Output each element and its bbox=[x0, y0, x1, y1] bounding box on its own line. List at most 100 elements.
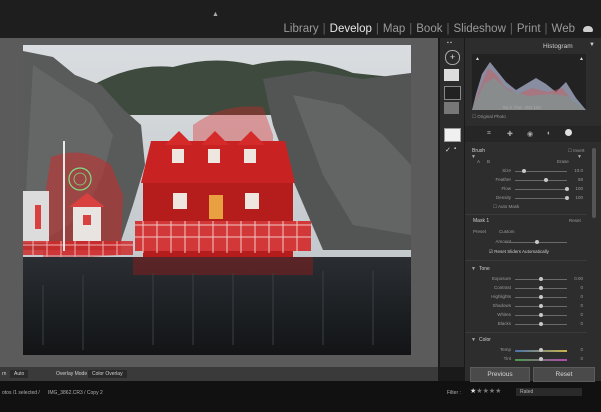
heal-icon[interactable]: ✚ bbox=[507, 130, 513, 138]
exposure-knob[interactable] bbox=[539, 277, 543, 281]
tint-knob[interactable] bbox=[539, 357, 543, 361]
whites-knob[interactable] bbox=[539, 313, 543, 317]
tint-value[interactable]: 0 bbox=[569, 356, 583, 361]
size-knob[interactable] bbox=[522, 169, 526, 173]
contrast-row: Contrast 0 bbox=[465, 284, 585, 292]
brush-expand-icon[interactable]: ▼ bbox=[577, 154, 582, 160]
module-bar: ▲ Library | Develop | Map | Book | Slideshow… bbox=[0, 0, 601, 38]
temp-label: Temp bbox=[499, 347, 511, 352]
brush-a-tab[interactable]: A bbox=[477, 159, 480, 164]
confirm-check-icon[interactable]: ✓ bbox=[445, 146, 451, 154]
blacks-knob[interactable] bbox=[539, 322, 543, 326]
overlay-mode-label: Overlay Mode bbox=[56, 371, 88, 377]
masking-icon[interactable]: ◐ bbox=[547, 130, 551, 137]
feather-value[interactable]: 58 bbox=[569, 177, 583, 182]
whites-value[interactable]: 0 bbox=[569, 312, 583, 317]
highlights-knob[interactable] bbox=[539, 295, 543, 299]
filmstrip-bar: otos /1 selected / IMG_3862.CR3 / Copy 2… bbox=[0, 381, 601, 412]
module-library[interactable]: Library bbox=[281, 23, 322, 35]
rating-filter[interactable]: ★★★★★ bbox=[470, 387, 501, 395]
right-panel: Histogram ▼ ▲ ▲ 56.3 f/16 ISO 100 ☐ Orig… bbox=[465, 38, 601, 382]
previous-button[interactable]: Previous bbox=[470, 367, 530, 382]
amount-knob[interactable] bbox=[535, 240, 539, 244]
shadows-knob[interactable] bbox=[539, 304, 543, 308]
svg-text:▲: ▲ bbox=[475, 56, 480, 62]
density-slider[interactable] bbox=[515, 198, 567, 199]
mask-options-icon[interactable]: ▪ bbox=[454, 146, 456, 152]
color-collapse-icon[interactable]: ▼ bbox=[471, 337, 476, 343]
exposure-label: Exposure bbox=[491, 276, 511, 281]
original-photo-toggle[interactable]: ☐ Original Photo bbox=[472, 114, 506, 120]
mask-active-icon[interactable] bbox=[565, 129, 572, 136]
highlights-value[interactable]: 0 bbox=[569, 294, 583, 299]
preset-select[interactable]: Custom bbox=[499, 229, 515, 234]
brush-collapse-icon[interactable]: ▼ bbox=[471, 154, 476, 160]
rated-select[interactable]: Rated bbox=[516, 388, 582, 396]
size-value[interactable]: 10.0 bbox=[569, 168, 583, 173]
highlights-label: Highlights bbox=[491, 294, 511, 299]
blacks-value[interactable]: 0 bbox=[569, 321, 583, 326]
temp-knob[interactable] bbox=[539, 348, 543, 352]
contrast-label: Contrast bbox=[493, 285, 511, 290]
brush-flow-row: Flow 100 bbox=[465, 185, 585, 193]
flow-value[interactable]: 100 bbox=[569, 186, 583, 191]
preset-label: Preset bbox=[473, 229, 487, 234]
add-subtract-icon[interactable] bbox=[444, 128, 461, 142]
brush-erase-tab[interactable]: Erase bbox=[557, 159, 569, 164]
panel-scrollbar[interactable] bbox=[592, 148, 596, 218]
crop-icon[interactable]: ⌗ bbox=[487, 130, 491, 138]
feather-slider[interactable] bbox=[515, 180, 567, 181]
module-book[interactable]: Book bbox=[413, 23, 445, 35]
show-label: rn bbox=[2, 371, 7, 377]
histogram-collapse-icon[interactable]: ▼ bbox=[589, 42, 595, 48]
brush-feather-row: Feather 58 bbox=[465, 176, 585, 184]
star-5-icon[interactable]: ★ bbox=[495, 388, 501, 395]
contrast-value[interactable]: 0 bbox=[569, 285, 583, 290]
shadows-value[interactable]: 0 bbox=[569, 303, 583, 308]
module-print[interactable]: Print bbox=[514, 23, 544, 35]
mask-thumbnail-icon[interactable] bbox=[444, 69, 459, 81]
temp-row: Temp 0 bbox=[465, 346, 585, 354]
exposure-row: Exposure 0.00 bbox=[465, 275, 585, 283]
filename[interactable]: IMG_3862.CR3 / Copy 2 bbox=[48, 390, 103, 396]
contrast-knob[interactable] bbox=[539, 286, 543, 290]
add-mask-icon[interactable]: + bbox=[445, 50, 460, 65]
reset-sliders-toggle[interactable]: ☑ Reset Sliders Automatically bbox=[489, 249, 549, 255]
overlay-mode-select[interactable]: Color Overlay bbox=[88, 370, 127, 378]
cloud-icon[interactable] bbox=[583, 26, 593, 32]
show-select[interactable]: Auto bbox=[10, 370, 29, 378]
histogram-graph[interactable]: ▲ ▲ bbox=[472, 54, 586, 110]
flow-slider[interactable] bbox=[515, 189, 567, 190]
color-title: Color bbox=[479, 337, 491, 343]
size-label: Size bbox=[502, 168, 511, 173]
density-value[interactable]: 100 bbox=[569, 195, 583, 200]
blacks-row: Blacks 0 bbox=[465, 320, 585, 328]
exposure-value[interactable]: 0.00 bbox=[569, 276, 583, 281]
filter-label: Filter : bbox=[447, 390, 461, 396]
brush-mask-icon[interactable] bbox=[444, 86, 461, 100]
auto-mask-label: Auto Mask bbox=[498, 204, 520, 209]
brush-b-tab[interactable]: B bbox=[487, 159, 490, 164]
auto-mask-toggle[interactable]: ☐ Auto Mask bbox=[493, 204, 519, 210]
module-web[interactable]: Web bbox=[549, 23, 578, 35]
original-photo-label: Original Photo bbox=[477, 114, 506, 119]
mask-layer-icon[interactable] bbox=[444, 102, 459, 114]
density-label: Density bbox=[495, 195, 511, 200]
module-slideshow[interactable]: Slideshow bbox=[450, 23, 508, 35]
tone-title: Tone bbox=[479, 266, 490, 272]
divider bbox=[465, 214, 587, 215]
invert-label: Invert bbox=[573, 148, 585, 153]
module-develop[interactable]: Develop bbox=[327, 23, 375, 35]
collapse-top-panel-icon[interactable]: ▲ bbox=[212, 11, 219, 18]
module-map[interactable]: Map bbox=[380, 23, 408, 35]
brush-size-row: Size 10.0 bbox=[465, 167, 585, 175]
iso-readout: ISO 100 bbox=[524, 105, 541, 110]
tone-collapse-icon[interactable]: ▼ bbox=[471, 266, 476, 272]
mask-reset-button[interactable]: Reset bbox=[569, 218, 581, 223]
temp-value[interactable]: 0 bbox=[569, 347, 583, 352]
redeye-icon[interactable]: ◉ bbox=[527, 130, 533, 138]
feather-knob[interactable] bbox=[544, 178, 548, 182]
photo-preview[interactable] bbox=[23, 45, 411, 355]
reset-button[interactable]: Reset bbox=[533, 367, 595, 382]
reset-sliders-label: Reset Sliders Automatically bbox=[494, 249, 549, 254]
